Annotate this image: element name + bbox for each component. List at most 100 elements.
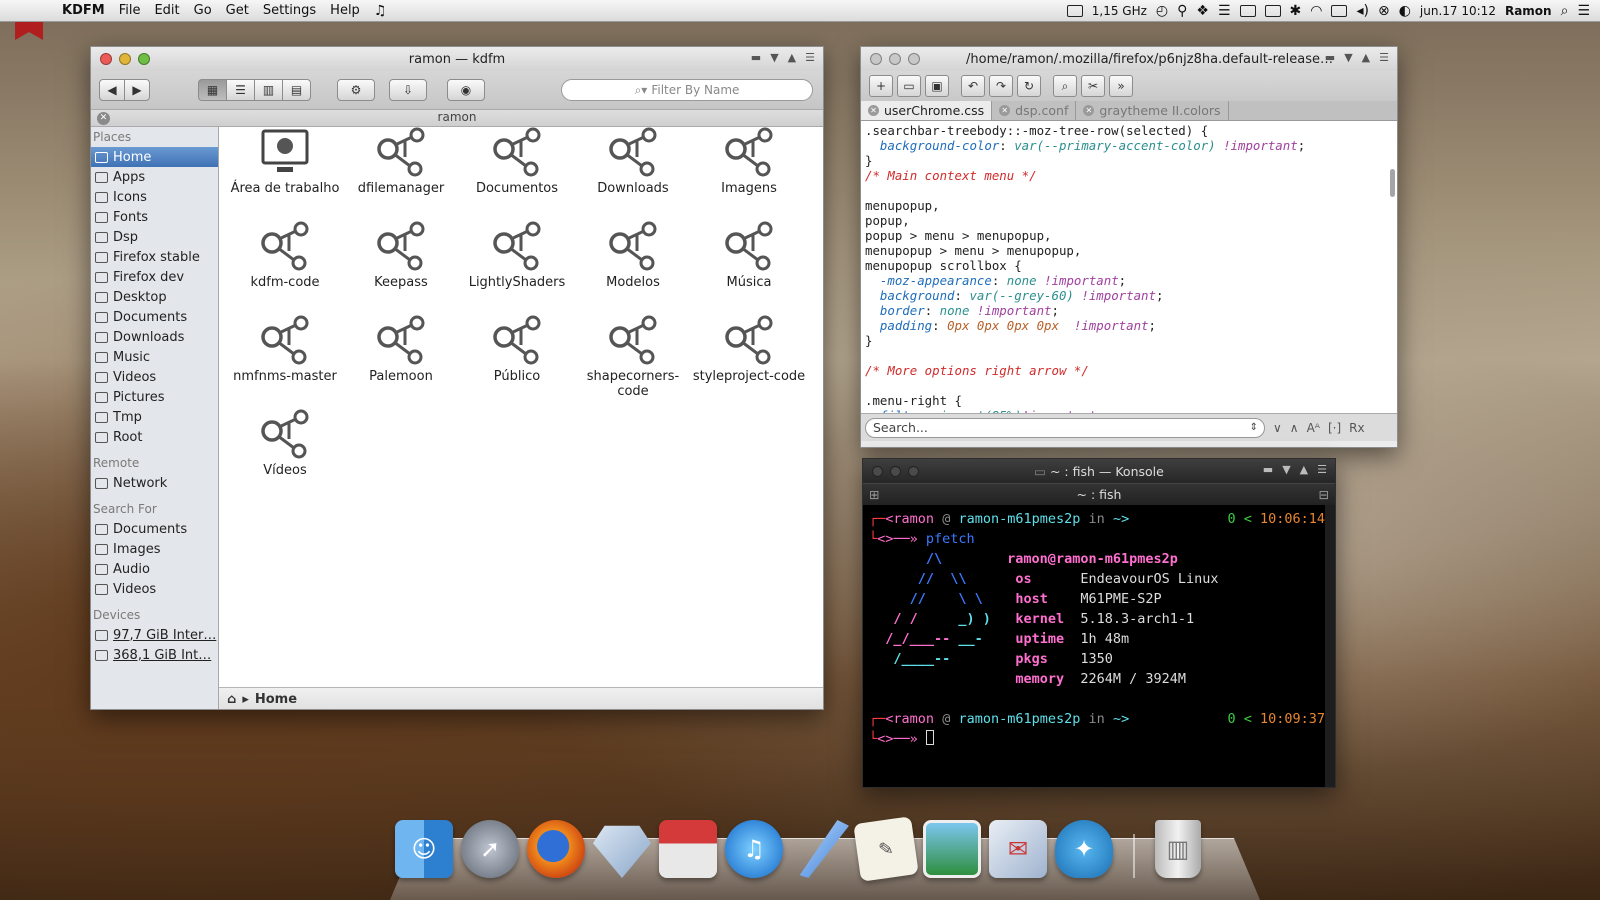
folder-item[interactable]: shapecorners-code [575,315,691,409]
open-folder-button[interactable]: ▭ [897,75,921,97]
app-menu[interactable]: KDFM [62,3,105,18]
sidebar-item-videos[interactable]: Videos [91,367,218,387]
sidebar-item-videos[interactable]: Videos [91,579,218,599]
quill-icon[interactable] [799,820,849,878]
editor-search-input[interactable]: Search... ⇕ [865,417,1265,438]
folder-item[interactable]: Área de trabalho [227,127,343,221]
folder-item[interactable]: Documentos [459,127,575,221]
more-chevron-button[interactable]: » [1109,75,1133,97]
launchpad-icon[interactable]: ➚ [461,820,519,878]
chevron-down-icon[interactable]: ▼ [770,51,778,64]
finder-icon[interactable]: ☺ [395,820,453,878]
menu-go[interactable]: Go [194,3,212,18]
shade-icon[interactable]: ▬ [751,51,761,64]
menu-help[interactable]: Help [330,3,360,18]
chevron-up-icon[interactable]: ▲ [1362,51,1370,64]
folder-item[interactable]: dfilemanager [343,127,459,221]
maximize-button[interactable] [908,53,920,65]
terminal-scrollbar[interactable] [1325,505,1335,787]
filter-search-input[interactable]: ⌕▾ Filter By Name [561,79,813,101]
save-button[interactable]: ▣ [925,75,949,97]
sidebar-item-dsp[interactable]: Dsp [91,227,218,247]
tab-graytheme-colors[interactable]: ✕ graytheme II.colors [1076,101,1229,120]
sidebar-item-audio[interactable]: Audio [91,559,218,579]
preview-eye-button[interactable]: ◉ [447,79,485,101]
forward-button[interactable]: ▶ [124,79,150,101]
sidebar-item-documents[interactable]: Documents [91,307,218,327]
redo-button[interactable]: ↷ [989,75,1013,97]
sidebar-item-desktop[interactable]: Desktop [91,287,218,307]
sidebar-item-downloads[interactable]: Downloads [91,327,218,347]
close-button[interactable] [870,53,882,65]
user-name[interactable]: Ramon [1505,4,1552,18]
folder-item[interactable]: nmfnms-master [227,315,343,409]
undo-button[interactable]: ↶ [961,75,985,97]
volume-icon[interactable]: ◂) [1356,4,1369,18]
time-machine-icon[interactable]: ◴ [1156,4,1168,18]
sidebar-item-368-1-gib-int-[interactable]: 368,1 GiB Int… [91,645,218,665]
chat-icon[interactable]: ◐ [1399,4,1411,18]
mail-icon[interactable]: ✉ [989,820,1047,878]
find-button[interactable]: ⌕ [1053,75,1077,97]
column-view-button[interactable]: ▥ [254,79,283,101]
bell-icon[interactable]: ♫ [374,4,387,18]
sidebar-item-icons[interactable]: Icons [91,187,218,207]
folder-item[interactable]: Música [691,221,807,315]
tab-fish[interactable]: ~ : fish [1077,487,1122,502]
airplay-icon[interactable] [1264,5,1281,17]
gem-icon[interactable] [593,825,651,878]
menu-icon[interactable]: ☰ [1317,463,1327,476]
close-button[interactable] [100,53,112,65]
maximize-button[interactable] [908,465,919,477]
dropbox-icon[interactable]: ❖ [1196,4,1209,18]
bluetooth-icon[interactable]: ✱ [1290,4,1302,18]
breadcrumb-home[interactable]: Home [255,692,297,707]
close-tab-icon[interactable]: ✕ [868,105,879,116]
package-icon[interactable] [659,820,717,878]
sidebar-item-pictures[interactable]: Pictures [91,387,218,407]
file-view[interactable]: Área de trabalho dfilemanager Documentos Do… [219,127,823,709]
itunes-icon[interactable]: ♫ [725,820,783,878]
sidebar-item-documents[interactable]: Documents [91,519,218,539]
settings-gear-button[interactable]: ⚙ [337,79,375,101]
folder-item[interactable]: LightlyShaders [459,221,575,315]
folder-item[interactable]: styleproject-code [691,315,807,409]
kdfm-titlebar[interactable]: ramon — kdfm ▬ ▼ ▲ ☰ [91,47,823,71]
editor-titlebar[interactable]: /home/ramon/.mozilla/firefox/p6njz8ha.de… [861,47,1397,71]
clock[interactable]: jun.17 10:12 [1420,4,1496,18]
regex-icon[interactable]: Rx [1349,421,1364,435]
sidebar-item-fonts[interactable]: Fonts [91,207,218,227]
reload-button[interactable]: ↻ [1017,75,1041,97]
flow-view-button[interactable]: ▤ [282,79,311,101]
preview-icon[interactable] [923,820,981,878]
sidebar-item-97-7-gib-inter-[interactable]: 97,7 GiB Inter… [91,625,218,645]
new-tab-icon[interactable]: ⊞ [869,484,879,506]
twitter-bird-icon[interactable]: ✦ [1055,820,1113,878]
sidebar-item-images[interactable]: Images [91,539,218,559]
folder-item[interactable]: Imagens [691,127,807,221]
chevron-down-icon[interactable]: ▼ [1344,51,1352,64]
shade-icon[interactable]: ▬ [1325,51,1335,64]
sidebar-item-firefox-dev[interactable]: Firefox dev [91,267,218,287]
match-case-icon[interactable]: Aᴬ [1307,421,1320,435]
battery-icon[interactable] [1331,5,1348,17]
close-tab-icon[interactable]: ✕ [999,105,1011,116]
minimize-button[interactable] [890,465,901,477]
close-tab-icon[interactable]: ⊟ [1319,484,1329,506]
sidebar-item-root[interactable]: Root [91,427,218,447]
chevron-updown-icon[interactable]: ⇕ [1250,419,1258,437]
sidebar-item-home[interactable]: Home [91,147,218,167]
menu-settings[interactable]: Settings [263,3,316,18]
shade-icon[interactable]: ▬ [1263,463,1273,476]
pin-icon[interactable]: ⚲ [1177,4,1187,18]
menu-file[interactable]: File [119,3,141,18]
minimize-button[interactable] [119,53,131,65]
folder-item[interactable]: kdfm-code [227,221,343,315]
menu-icon[interactable]: ☰ [805,51,815,64]
close-tab-icon[interactable]: ✕ [97,112,110,125]
monitor-icon[interactable] [1066,5,1083,17]
new-file-button[interactable]: + [869,75,893,97]
sidebar-item-network[interactable]: Network [91,473,218,493]
list-icon[interactable]: ☰ [1218,4,1231,18]
konsole-titlebar[interactable]: ▭ ~ : fish — Konsole ▬ ▼ ▲ ☰ [863,459,1335,483]
